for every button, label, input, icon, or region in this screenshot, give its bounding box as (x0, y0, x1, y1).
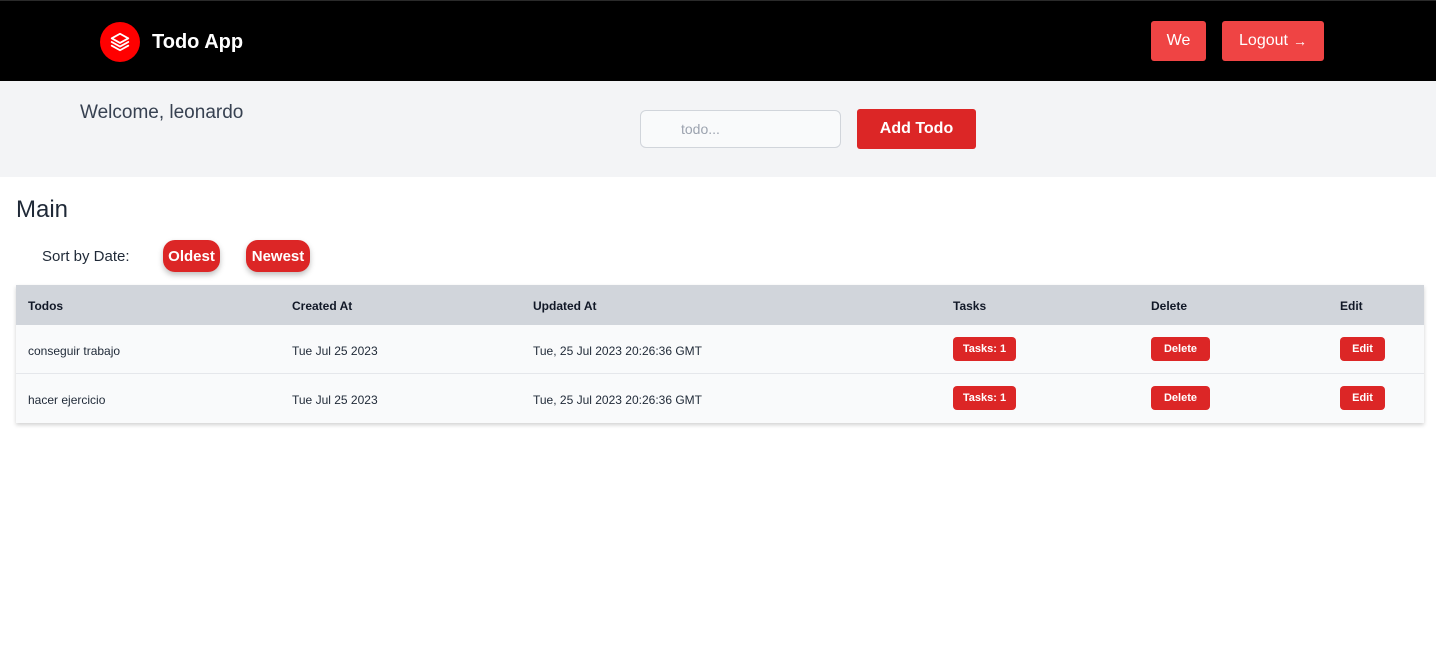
sort-newest-button[interactable]: Newest (246, 240, 310, 272)
todo-input[interactable] (640, 110, 841, 148)
table-row: conseguir trabajo Tue Jul 25 2023 Tue, 2… (16, 325, 1424, 374)
created-at: Tue Jul 25 2023 (292, 393, 378, 407)
add-todo-button[interactable]: Add Todo (857, 109, 976, 149)
sort-label: Sort by Date: (42, 248, 130, 265)
logout-label: Logout (1239, 32, 1288, 49)
column-header-tasks: Tasks (953, 299, 987, 313)
table-header: Todos Created At Updated At Tasks Delete… (16, 285, 1424, 325)
add-todo-bar: Welcome, leonardo Add Todo (0, 81, 1436, 177)
edit-button[interactable]: Edit (1340, 337, 1385, 361)
delete-button[interactable]: Delete (1151, 337, 1210, 361)
column-header-edit: Edit (1340, 299, 1363, 313)
user-button[interactable]: We (1151, 21, 1206, 61)
column-header-updated-at: Updated At (533, 299, 597, 313)
stack-layers-icon (100, 22, 140, 62)
tasks-button[interactable]: Tasks: 1 (953, 386, 1016, 410)
sort-oldest-button[interactable]: Oldest (163, 240, 220, 272)
logout-button[interactable]: Logout → (1222, 21, 1324, 61)
todos-table: Todos Created At Updated At Tasks Delete… (16, 285, 1424, 423)
updated-at: Tue, 25 Jul 2023 20:26:36 GMT (533, 393, 702, 407)
column-header-delete: Delete (1151, 299, 1188, 313)
app-name: Todo App (152, 30, 244, 53)
table-row: hacer ejercicio Tue Jul 25 2023 Tue, 25 … (16, 374, 1424, 423)
todo-title: hacer ejercicio (28, 393, 106, 407)
column-header-todos: Todos (28, 299, 64, 313)
welcome-message: Welcome, leonardo (80, 102, 244, 123)
brand[interactable]: Todo App (100, 22, 243, 62)
delete-button[interactable]: Delete (1151, 386, 1210, 410)
page-title: Main (16, 196, 69, 223)
todo-title: conseguir trabajo (28, 344, 121, 358)
arrow-right-icon: → (1292, 33, 1307, 49)
updated-at: Tue, 25 Jul 2023 20:26:36 GMT (533, 344, 702, 358)
tasks-button[interactable]: Tasks: 1 (953, 337, 1016, 361)
edit-button[interactable]: Edit (1340, 386, 1385, 410)
created-at: Tue Jul 25 2023 (292, 344, 378, 358)
top-navbar: Todo App We Logout → (0, 0, 1436, 81)
column-header-created-at: Created At (292, 299, 353, 313)
